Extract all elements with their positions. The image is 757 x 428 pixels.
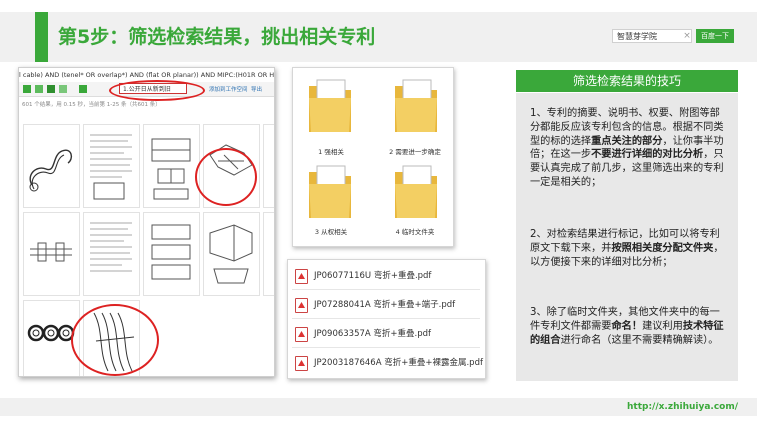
filter-icon[interactable] bbox=[79, 85, 87, 93]
folder-icon[interactable] bbox=[305, 76, 355, 136]
folder-label: 4 临时文件夹 bbox=[395, 228, 435, 236]
search-results-screenshot: l cable) AND (tenel* OR overlap*) AND (f… bbox=[18, 67, 275, 377]
patent-thumbnail[interactable] bbox=[83, 212, 140, 296]
search-button[interactable]: 百度一下 bbox=[696, 29, 734, 43]
pdf-icon bbox=[295, 298, 308, 313]
grid-view-icon[interactable] bbox=[35, 85, 43, 93]
tip-2: 2、对检索结果进行标记，比如可以将专利原文下载下来，并按照相关度分配文件夹，以方… bbox=[530, 229, 724, 268]
footer-link[interactable]: http://x.zhihuiya.com/ bbox=[627, 402, 738, 412]
folder-label: 2 需要进一步确定 bbox=[389, 148, 441, 156]
chart-view-icon[interactable] bbox=[59, 85, 67, 93]
tips-panel: 1、专利的摘要、说明书、权要、附图等部分都能反应该专利包含的信息。根据不同类型的… bbox=[516, 93, 738, 381]
file-item[interactable]: JP09063357A 弯折+重叠.pdf bbox=[292, 320, 480, 348]
query-text: l cable) AND (tenel* OR overlap*) AND (f… bbox=[19, 71, 274, 79]
image-view-icon[interactable] bbox=[47, 85, 55, 93]
add-workspace-link[interactable]: 添加到工作空间 bbox=[209, 85, 248, 93]
pdf-icon bbox=[295, 327, 308, 342]
file-item[interactable]: JP07288041A 弯折+重叠+端子.pdf bbox=[292, 291, 480, 319]
patent-thumbnail[interactable] bbox=[143, 212, 200, 296]
folder-icon[interactable] bbox=[391, 162, 441, 222]
patent-thumbnail[interactable] bbox=[23, 124, 80, 208]
pdf-icon bbox=[295, 356, 308, 371]
pdf-icon bbox=[295, 269, 308, 284]
file-name: JP07288041A 弯折+重叠+端子.pdf bbox=[314, 300, 456, 310]
export-link[interactable]: 导出 bbox=[251, 85, 262, 93]
patent-thumbnail[interactable] bbox=[143, 124, 200, 208]
folder-icon[interactable] bbox=[305, 162, 355, 222]
folder-window: 1 强相关 2 需要进一步确定 3 从权相关 4 临时文件夹 bbox=[292, 67, 454, 247]
tips-title: 筛选检索结果的技巧 bbox=[516, 70, 738, 92]
highlight-circle bbox=[195, 148, 257, 206]
patent-thumbnail[interactable] bbox=[23, 212, 80, 296]
search-input[interactable]: 智慧芽学院 bbox=[612, 29, 692, 43]
file-name: JP06077116U 弯折+重叠.pdf bbox=[314, 271, 432, 281]
list-view-icon[interactable] bbox=[23, 85, 31, 93]
patent-thumbnail[interactable] bbox=[83, 124, 140, 208]
header-accent bbox=[35, 12, 48, 62]
patent-thumbnail[interactable] bbox=[263, 212, 274, 296]
file-name: JP2003187646A 弯折+重叠+裸露金属.pdf bbox=[314, 358, 483, 368]
file-name: JP09063357A 弯折+重叠.pdf bbox=[314, 329, 432, 339]
folder-label: 1 强相关 bbox=[318, 148, 344, 156]
file-item[interactable]: JP2003187646A 弯折+重叠+裸露金属.pdf bbox=[292, 349, 483, 376]
folder-icon[interactable] bbox=[391, 76, 441, 136]
highlight-circle bbox=[109, 80, 205, 101]
result-count: 601 个结果，用 0.15 秒，当前第 1-25 条（共601 条） bbox=[22, 102, 161, 108]
highlight-circle bbox=[71, 304, 159, 376]
file-item[interactable]: JP06077116U 弯折+重叠.pdf bbox=[292, 262, 480, 290]
tip-3: 3、除了临时文件夹，其他文件夹中的每一件专利文件都需要命名！建议利用技术特征的组… bbox=[530, 307, 724, 346]
patent-thumbnail[interactable] bbox=[263, 124, 274, 208]
page-title: 第5步：筛选检索结果，挑出相关专利 bbox=[58, 26, 376, 48]
tip-1: 1、专利的摘要、说明书、权要、附图等部分都能反应该专利包含的信息。根据不同类型的… bbox=[530, 108, 724, 188]
file-list: JP06077116U 弯折+重叠.pdf JP07288041A 弯折+重叠+… bbox=[287, 259, 486, 379]
patent-thumbnail[interactable] bbox=[203, 212, 260, 296]
clear-icon[interactable]: × bbox=[682, 29, 692, 43]
folder-label: 3 从权相关 bbox=[314, 228, 348, 236]
